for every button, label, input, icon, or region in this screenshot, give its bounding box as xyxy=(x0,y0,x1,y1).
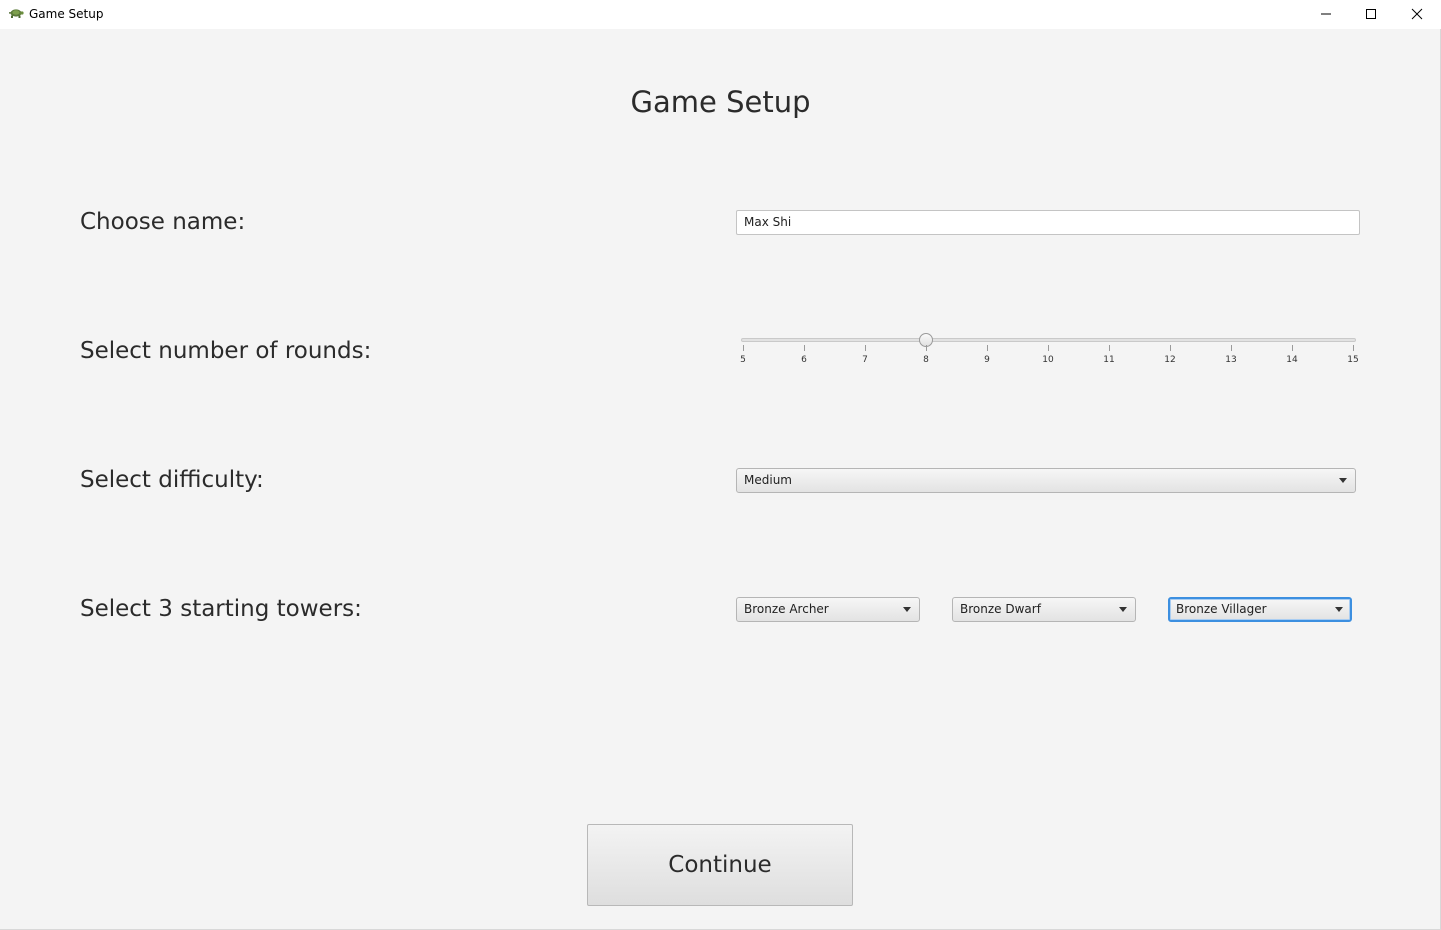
close-button[interactable] xyxy=(1394,0,1440,29)
slider-tick xyxy=(1170,345,1171,351)
slider-tick-label: 12 xyxy=(1164,355,1176,365)
difficulty-label: Select difficulty: xyxy=(80,467,264,493)
slider-tick-label: 15 xyxy=(1347,355,1359,365)
turtle-icon xyxy=(9,9,24,18)
maximize-button[interactable] xyxy=(1348,0,1394,29)
game-setup-window: Game Setup Game Setup Choose name: Max S… xyxy=(0,0,1441,930)
slider-tick xyxy=(926,345,927,351)
slider-tick-label: 9 xyxy=(984,355,990,365)
rounds-label: Select number of rounds: xyxy=(80,338,372,364)
tower-3-dropdown[interactable]: Bronze Villager xyxy=(1168,597,1352,622)
slider-tick-label: 8 xyxy=(923,355,929,365)
continue-button[interactable]: Continue xyxy=(587,824,853,906)
difficulty-value: Medium xyxy=(744,473,792,487)
close-icon xyxy=(1411,8,1423,20)
slider-tick-label: 7 xyxy=(862,355,868,365)
slider-tick-label: 11 xyxy=(1103,355,1115,365)
slider-tick-label: 13 xyxy=(1225,355,1237,365)
chevron-down-icon xyxy=(903,607,911,612)
slider-tick-label: 6 xyxy=(801,355,807,365)
minimize-button[interactable] xyxy=(1303,0,1349,29)
slider-tick xyxy=(1048,345,1049,351)
slider-tick xyxy=(1353,345,1354,351)
tower-1-value: Bronze Archer xyxy=(744,602,829,616)
chevron-down-icon xyxy=(1119,607,1127,612)
difficulty-dropdown[interactable]: Medium xyxy=(736,468,1356,493)
tower-3-value: Bronze Villager xyxy=(1176,602,1267,616)
tower-2-dropdown[interactable]: Bronze Dwarf xyxy=(952,597,1136,622)
slider-tick xyxy=(1292,345,1293,351)
slider-tick xyxy=(987,345,988,351)
name-label: Choose name: xyxy=(80,209,246,235)
page-title: Game Setup xyxy=(630,85,811,119)
title-bar[interactable]: Game Setup xyxy=(0,0,1441,29)
towers-label: Select 3 starting towers: xyxy=(80,596,362,622)
chevron-down-icon xyxy=(1339,478,1347,483)
slider-tick xyxy=(1231,345,1232,351)
minimize-icon xyxy=(1321,13,1331,15)
slider-tick xyxy=(865,345,866,351)
slider-tick-label: 14 xyxy=(1286,355,1298,365)
rounds-slider[interactable]: 5 6 7 8 9 10 11 12 13 14 15 xyxy=(736,328,1360,376)
slider-tick xyxy=(804,345,805,351)
slider-tick-label: 5 xyxy=(740,355,746,365)
name-input[interactable]: Max Shi xyxy=(736,210,1360,235)
tower-1-dropdown[interactable]: Bronze Archer xyxy=(736,597,920,622)
slider-tick xyxy=(743,345,744,351)
slider-track[interactable] xyxy=(741,338,1356,342)
window-title: Game Setup xyxy=(29,7,104,21)
tower-2-value: Bronze Dwarf xyxy=(960,602,1041,616)
maximize-icon xyxy=(1366,9,1376,19)
slider-tick-label: 10 xyxy=(1042,355,1054,365)
slider-tick xyxy=(1109,345,1110,351)
chevron-down-icon xyxy=(1335,607,1343,612)
